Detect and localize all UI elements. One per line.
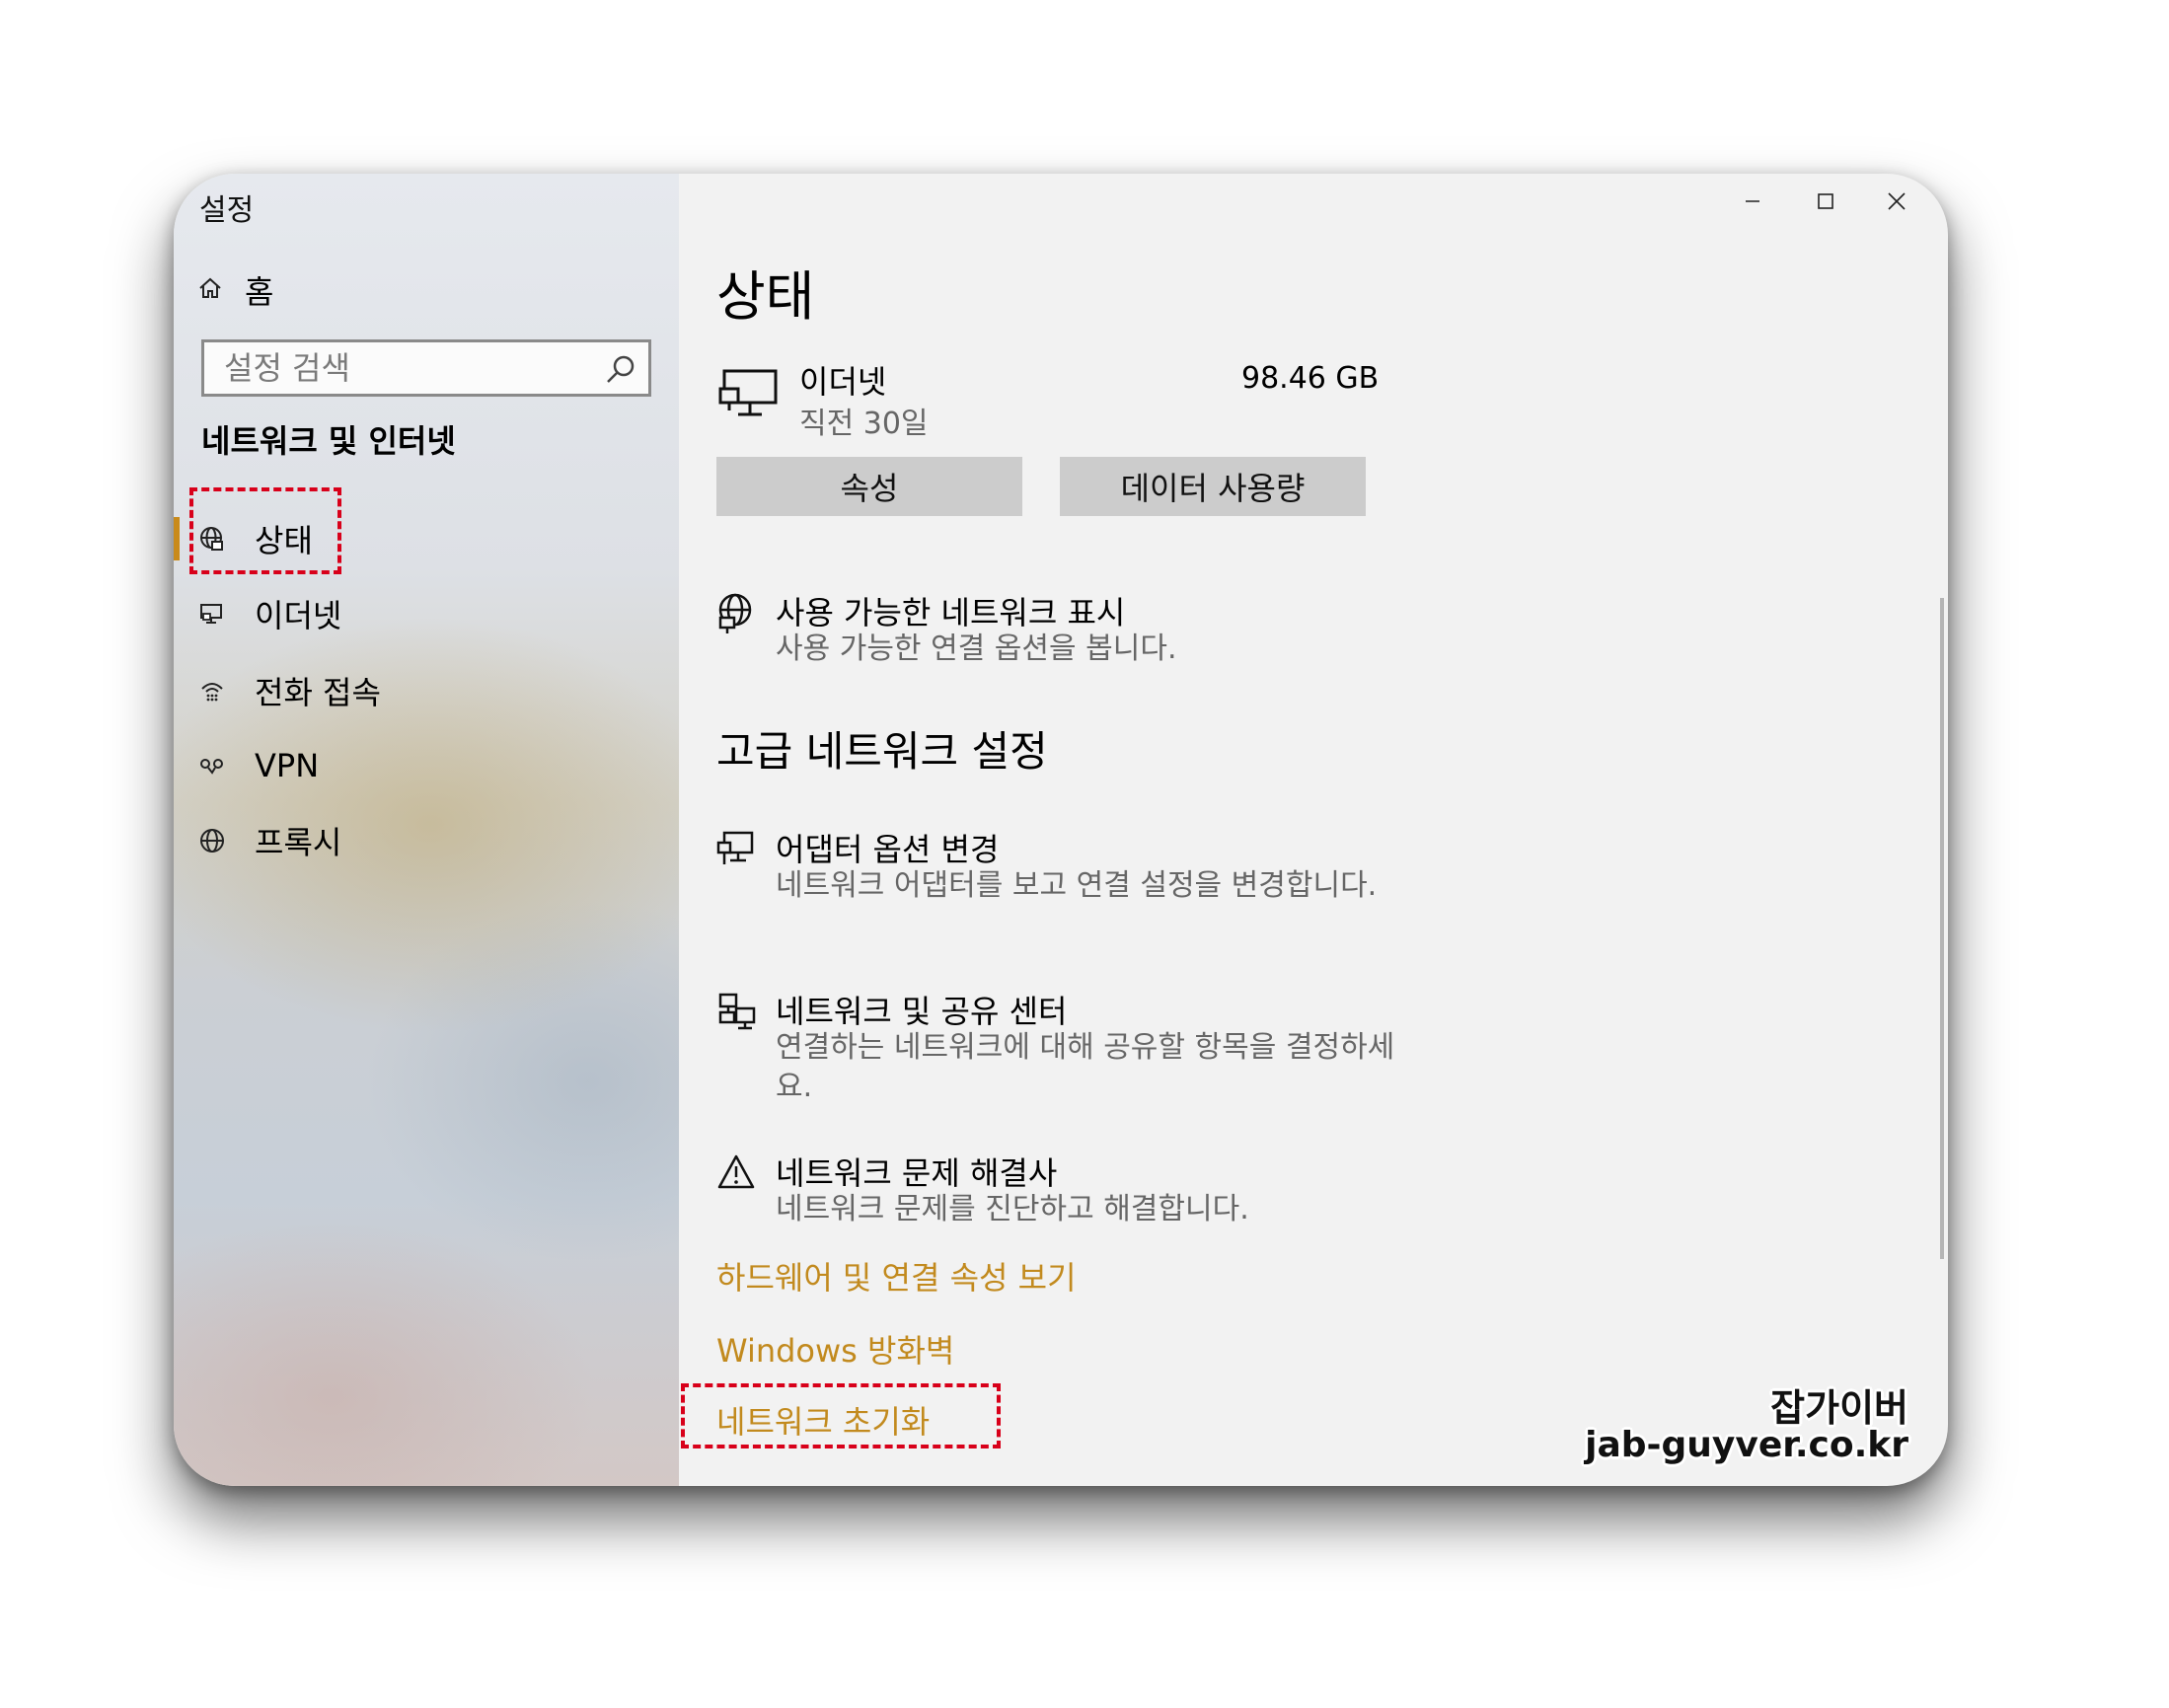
- watermark-name: 잡가이버: [1770, 1386, 1908, 1430]
- sidebar-item-label: VPN: [255, 747, 320, 784]
- maximize-icon: [1818, 193, 1833, 209]
- sidebar-item-dialup[interactable]: 전화 접속: [197, 663, 381, 718]
- page-title: 상태: [716, 265, 815, 328]
- troubleshooter-item[interactable]: 네트워크 문제 해결사 네트워크 문제를 진단하고 해결합니다.: [716, 1149, 1407, 1237]
- connection-status: 직전 30일: [799, 407, 929, 441]
- windows-firewall-link[interactable]: Windows 방화벽: [716, 1326, 954, 1372]
- warning-icon: [716, 1152, 756, 1196]
- adapter-options-title: 어댑터 옵션 변경: [776, 831, 1000, 868]
- watermark-url: jab-guyver.co.kr: [1585, 1425, 1908, 1465]
- close-icon: [1888, 192, 1906, 210]
- sharing-center-title: 네트워크 및 공유 센터: [776, 993, 1068, 1030]
- search-box: [201, 339, 651, 397]
- sidebar-item-label: 프록시: [255, 824, 342, 861]
- search-input[interactable]: [222, 348, 601, 388]
- nav-home[interactable]: 홈: [197, 266, 273, 314]
- active-indicator: [174, 517, 180, 560]
- sidebar-item-proxy[interactable]: 프록시: [197, 813, 341, 868]
- settings-window: 설정 홈 네트워크 및 인터넷 상태 이더넷: [174, 174, 1948, 1486]
- show-networks-desc: 사용 가능한 연결 옵션을 봅니다.: [776, 631, 1177, 666]
- adapter-icon: [716, 829, 756, 872]
- sidebar: 설정 홈 네트워크 및 인터넷 상태 이더넷: [174, 174, 679, 1486]
- data-usage-value: 98.46 GB: [1241, 361, 1380, 396]
- troubleshooter-title: 네트워크 문제 해결사: [776, 1154, 1058, 1192]
- globe-network-icon: [716, 592, 756, 639]
- search-icon[interactable]: [605, 354, 636, 390]
- maximize-button[interactable]: [1796, 182, 1855, 221]
- sharing-center-item[interactable]: 네트워크 및 공유 센터 연결하는 네트워크에 대해 공유할 항목을 결정하세요…: [716, 987, 1407, 1105]
- globe-icon: [197, 826, 227, 855]
- connection-name: 이더넷: [799, 363, 887, 401]
- troubleshooter-desc: 네트워크 문제를 진단하고 해결합니다.: [776, 1192, 1249, 1226]
- home-icon: [197, 275, 223, 305]
- adapter-options-desc: 네트워크 어댑터를 보고 연결 설정을 변경합니다.: [776, 868, 1378, 903]
- advanced-settings-title: 고급 네트워크 설정: [716, 727, 1048, 776]
- minimize-icon: [1746, 200, 1759, 202]
- sidebar-item-ethernet[interactable]: 이더넷: [197, 586, 341, 641]
- show-networks-title: 사용 가능한 네트워크 표시: [776, 594, 1126, 631]
- dialup-icon: [197, 676, 227, 705]
- hardware-properties-link[interactable]: 하드웨어 및 연결 속성 보기: [716, 1253, 1077, 1299]
- content-pane: 상태 이더넷 직전 30일 98.46 GB 속성 데이터 사용량 사용 가능한…: [679, 174, 1948, 1486]
- sharing-center-desc: 연결하는 네트워크에 대해 공유할 항목을 결정하세요.: [776, 1030, 1395, 1104]
- highlight-box-reset: [681, 1383, 1001, 1448]
- adapter-options-item[interactable]: 어댑터 옵션 변경 네트워크 어댑터를 보고 연결 설정을 변경합니다.: [716, 825, 1407, 943]
- ethernet-icon: [197, 599, 227, 629]
- sidebar-item-label: 전화 접속: [255, 674, 381, 711]
- scrollbar[interactable]: [1940, 598, 1944, 1259]
- properties-button[interactable]: 속성: [716, 457, 1022, 516]
- data-usage-button[interactable]: 데이터 사용량: [1060, 457, 1366, 516]
- show-networks-option[interactable]: 사용 가능한 네트워크 표시 사용 가능한 연결 옵션을 봅니다.: [716, 588, 1407, 677]
- minimize-button[interactable]: [1723, 182, 1782, 221]
- nav-home-label: 홈: [245, 273, 274, 311]
- vpn-icon: [197, 751, 227, 780]
- sidebar-item-label: 이더넷: [255, 597, 342, 634]
- close-button[interactable]: [1867, 182, 1926, 221]
- section-title: 네트워크 및 인터넷: [201, 422, 456, 460]
- sharing-center-icon: [716, 991, 758, 1036]
- app-title: 설정: [199, 193, 255, 228]
- ethernet-icon: [718, 367, 782, 426]
- highlight-box-status: [189, 487, 341, 574]
- sidebar-item-vpn[interactable]: VPN: [197, 738, 319, 793]
